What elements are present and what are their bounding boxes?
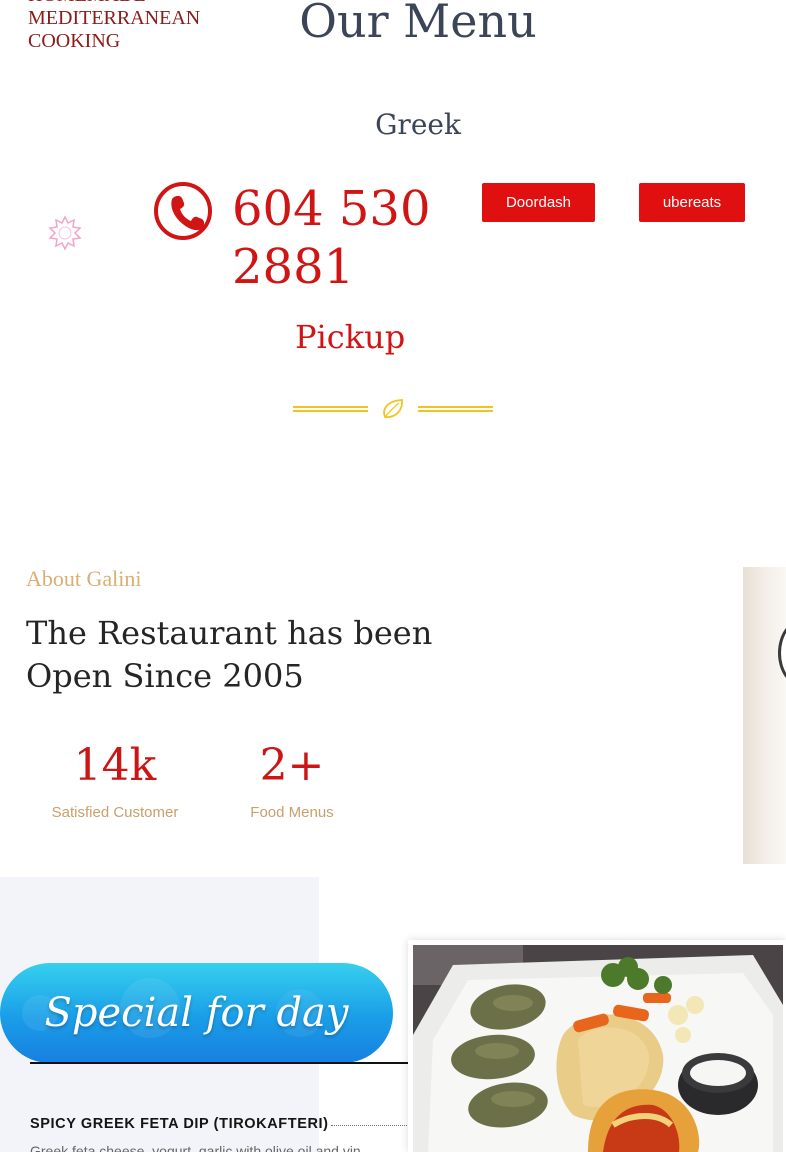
dish-name: SPICY GREEK FETA DIP (TIROKAFTERI) <box>30 1116 329 1132</box>
stat-customers-value: 14k <box>73 740 157 791</box>
special-underline <box>30 1062 410 1064</box>
phone-number[interactable]: 604 530 2881 <box>232 180 452 296</box>
about-label: About Galini <box>26 566 142 591</box>
ubereats-button[interactable]: ubereats <box>639 183 745 222</box>
stat-customers-label: Satisfied Customer <box>51 804 179 821</box>
about-image <box>743 567 786 864</box>
about-heading: The Restaurant has been Open Since 2005 <box>26 614 433 695</box>
special-title: Special for day <box>44 990 349 1036</box>
menu-subtitle: Greek <box>375 108 461 141</box>
phone-icon[interactable] <box>153 181 213 241</box>
dish-leader-dots <box>331 1125 411 1126</box>
page-title: Our Menu <box>299 0 537 48</box>
leaf-icon <box>383 399 403 418</box>
pickup-label: Pickup <box>295 318 406 356</box>
doordash-button[interactable]: Doordash <box>482 183 595 222</box>
star-badge-icon <box>48 216 82 250</box>
stat-menus-value: 2+ <box>259 740 325 791</box>
stat-menus-label: Food Menus <box>250 804 334 821</box>
dish-description: Greek feta cheese, yogurt, garlic with o… <box>30 1143 361 1152</box>
leaf-divider <box>293 399 493 418</box>
food-photo <box>413 945 783 1152</box>
